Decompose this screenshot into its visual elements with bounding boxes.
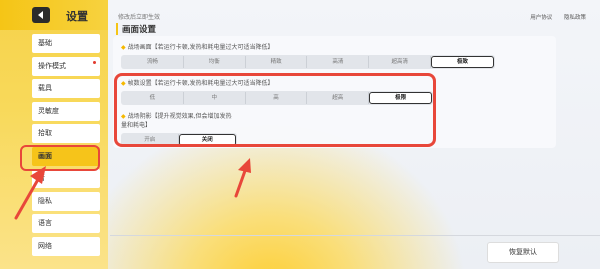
restore-default-button[interactable]: 恢复默认 <box>487 242 559 263</box>
divider <box>110 235 600 236</box>
annotation-arrows <box>14 158 251 220</box>
annotation-arrow-left <box>14 166 46 220</box>
annotation-arrow-right <box>234 158 251 198</box>
